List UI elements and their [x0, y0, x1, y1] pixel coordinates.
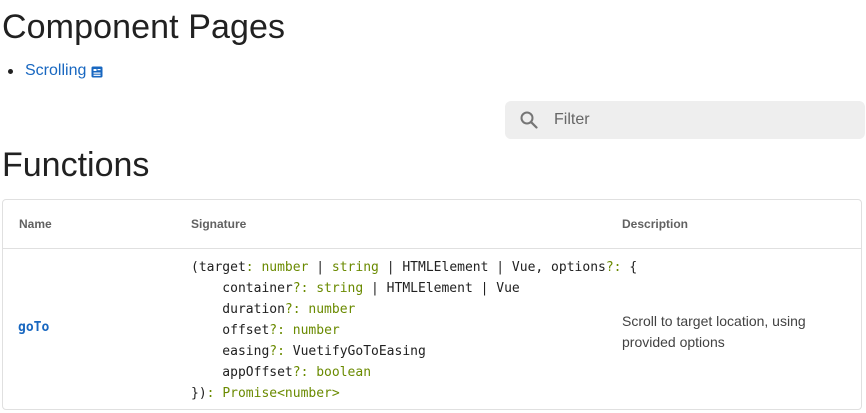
signature-type: Promise<number>: [222, 386, 340, 401]
signature-line: offset?: number: [191, 320, 637, 341]
signature-text: | HTMLElement | Vue: [363, 281, 520, 296]
column-header-name: Name: [19, 217, 52, 231]
signature-text: offset: [191, 323, 270, 338]
signature-type: ?:: [292, 281, 317, 296]
signature-text: |: [308, 260, 332, 275]
bullet: [8, 68, 13, 74]
signature-line: easing?: VuetifyGoToEasing: [191, 341, 637, 362]
signature-type: number: [261, 260, 309, 275]
search-icon: [519, 110, 539, 130]
signature-text: | HTMLElement | Vue, options: [378, 260, 606, 275]
signature-type: ?:: [292, 365, 317, 380]
signature-text: container: [191, 281, 293, 296]
filter-input[interactable]: [552, 110, 846, 130]
filter-field[interactable]: [505, 101, 865, 139]
signature-text: (target: [191, 260, 246, 275]
signature-line: (target: number | string | HTMLElement |…: [191, 257, 637, 278]
function-name-goto[interactable]: goTo: [18, 320, 49, 335]
signature-type: string: [316, 281, 364, 296]
component-pages-heading: Component Pages: [2, 8, 286, 46]
signature-type: :: [245, 260, 262, 275]
signature-line: appOffset?: boolean: [191, 362, 637, 383]
table-row: goTo (target: number | string | HTMLElem…: [3, 249, 861, 409]
table-header: Name Signature Description: [3, 200, 861, 249]
signature-text: {: [621, 260, 638, 275]
functions-table: Name Signature Description goTo (target:…: [2, 199, 862, 410]
component-pages-list: Scrolling: [8, 62, 103, 80]
scrolling-link[interactable]: Scrolling: [25, 62, 86, 80]
signature-text: easing: [191, 344, 270, 359]
open-in-new-icon[interactable]: [91, 65, 103, 78]
signature-type: number: [292, 323, 340, 338]
signature-text: }): [191, 386, 207, 401]
signature-line: }): Promise<number>: [191, 383, 637, 404]
list-item: Scrolling: [8, 62, 103, 80]
function-signature: (target: number | string | HTMLElement |…: [191, 257, 637, 404]
signature-type: ?:: [269, 323, 293, 338]
signature-type: :: [206, 386, 223, 401]
signature-type: number: [308, 302, 356, 317]
signature-text: VuetifyGoToEasing: [292, 344, 426, 359]
column-header-signature: Signature: [191, 217, 247, 231]
signature-line: duration?: number: [191, 299, 637, 320]
functions-heading: Functions: [2, 146, 150, 184]
function-description: Scroll to target location, using provide…: [622, 313, 806, 350]
column-header-description: Description: [622, 217, 689, 231]
signature-text: appOffset: [191, 365, 293, 380]
signature-type: boolean: [316, 365, 372, 380]
signature-text: duration: [191, 302, 285, 317]
signature-type: ?:: [605, 260, 622, 275]
signature-type: ?:: [284, 302, 309, 317]
signature-line: container?: string | HTMLElement | Vue: [191, 278, 637, 299]
signature-type: string: [331, 260, 379, 275]
signature-type: ?:: [269, 344, 293, 359]
